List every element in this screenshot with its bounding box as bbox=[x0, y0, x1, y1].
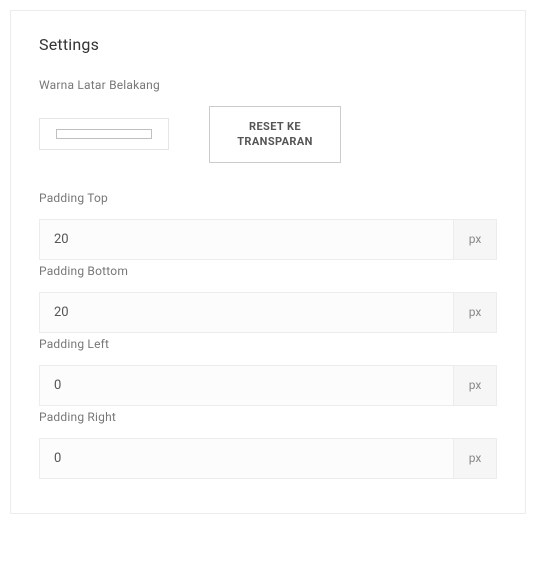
padding-top-input[interactable] bbox=[39, 219, 453, 260]
padding-bottom-input[interactable] bbox=[39, 292, 453, 333]
padding-right-field: Padding Right px bbox=[39, 410, 497, 479]
settings-panel: Settings Warna Latar Belakang RESET KE T… bbox=[10, 10, 526, 514]
background-color-label: Warna Latar Belakang bbox=[39, 78, 497, 92]
panel-title: Settings bbox=[39, 35, 497, 54]
padding-left-input[interactable] bbox=[39, 365, 453, 406]
padding-left-unit: px bbox=[453, 365, 497, 406]
color-swatch bbox=[56, 129, 152, 139]
padding-top-label: Padding Top bbox=[39, 191, 497, 205]
padding-bottom-unit: px bbox=[453, 292, 497, 333]
padding-left-label: Padding Left bbox=[39, 337, 497, 351]
reset-transparent-button[interactable]: RESET KE TRANSPARAN bbox=[209, 106, 341, 163]
padding-left-field: Padding Left px bbox=[39, 337, 497, 406]
padding-right-label: Padding Right bbox=[39, 410, 497, 424]
padding-bottom-input-group: px bbox=[39, 292, 497, 333]
padding-left-input-group: px bbox=[39, 365, 497, 406]
padding-right-input[interactable] bbox=[39, 438, 453, 479]
padding-top-field: Padding Top px bbox=[39, 191, 497, 260]
padding-right-input-group: px bbox=[39, 438, 497, 479]
padding-bottom-field: Padding Bottom px bbox=[39, 264, 497, 333]
padding-top-unit: px bbox=[453, 219, 497, 260]
padding-bottom-label: Padding Bottom bbox=[39, 264, 497, 278]
padding-right-unit: px bbox=[453, 438, 497, 479]
background-color-row: RESET KE TRANSPARAN bbox=[39, 106, 497, 163]
color-swatch-button[interactable] bbox=[39, 118, 169, 150]
background-color-field: Warna Latar Belakang RESET KE TRANSPARAN bbox=[39, 78, 497, 163]
padding-top-input-group: px bbox=[39, 219, 497, 260]
